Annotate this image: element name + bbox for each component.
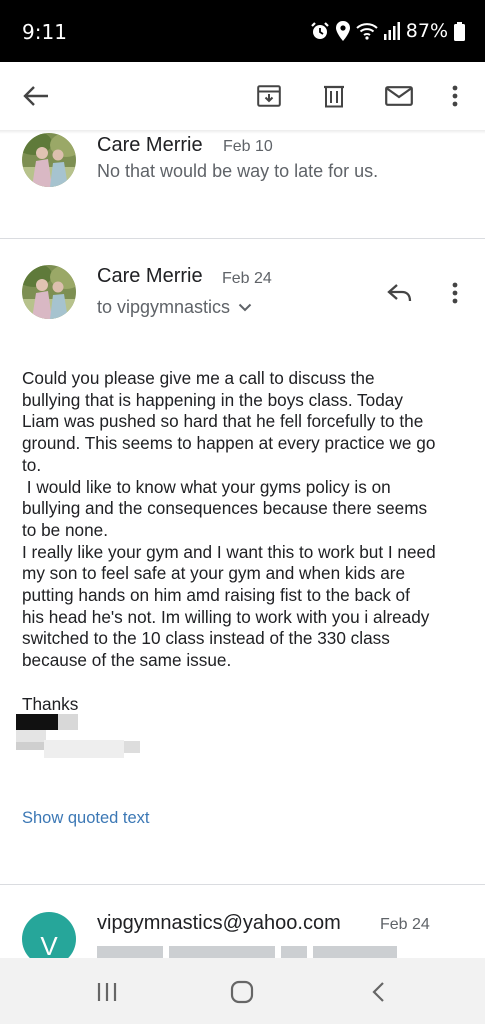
body-line: because of the same issue. [22, 650, 232, 671]
body-line [22, 672, 470, 694]
reply-icon [387, 284, 412, 302]
archive-icon [257, 85, 281, 107]
message-date: Feb 24 [380, 916, 430, 933]
body-line: to. [22, 454, 42, 475]
recipient-details-toggle[interactable]: to vipgymnastics [97, 297, 252, 318]
body-line: Could you please give me a call to discu… [22, 368, 375, 388]
alarm-icon [310, 22, 329, 39]
body-line: switched to the 10 class instead of the … [22, 628, 390, 649]
divider [0, 884, 485, 885]
back-arrow-icon [23, 86, 48, 106]
show-quoted-text-link[interactable]: Show quoted text [22, 809, 150, 828]
body-line: his head he's not. Im willing to work wi… [22, 606, 430, 627]
back-chevron-icon [372, 982, 384, 1002]
status-time: 9:11 [22, 20, 67, 44]
mark-unread-button[interactable] [381, 78, 417, 114]
body-line: ground. This seems to happen at every pr… [22, 433, 436, 454]
body-line: putting hands on him amd raising fist to… [22, 585, 410, 606]
body-line: bullying and the consequences because th… [22, 498, 428, 519]
message-more-button[interactable] [437, 275, 473, 311]
message-snippet: No that would be way to late for us. [97, 161, 379, 181]
home-icon [230, 980, 254, 1004]
sender-name: Care Merrie [97, 134, 203, 156]
body-line: I really like your gym and I want this t… [22, 541, 436, 562]
status-icons: 87% [310, 20, 465, 42]
body-line: bullying that is happening in the boys c… [22, 389, 403, 410]
system-nav-bar [0, 958, 485, 1024]
back-button[interactable] [18, 78, 54, 114]
app-bar-shadow [0, 130, 485, 134]
trash-icon [324, 85, 344, 108]
message-snippet [97, 940, 397, 958]
more-vert-icon [452, 85, 458, 107]
mail-icon [385, 86, 413, 106]
body-line: I would like to know what your gyms poli… [22, 476, 391, 497]
delete-button[interactable] [316, 78, 352, 114]
archive-button[interactable] [251, 78, 287, 114]
body-line: to be none. [22, 519, 109, 540]
recent-apps-icon [97, 983, 117, 1001]
message-body: Could you please give me a call to discu… [22, 368, 470, 715]
sender-name: vipgymnastics@yahoo.com [97, 912, 341, 934]
message-date: Feb 24 [222, 270, 272, 287]
signal-icon [383, 22, 400, 40]
battery-icon [454, 21, 465, 41]
avatar [22, 265, 76, 319]
back-nav-button[interactable] [360, 978, 396, 1006]
recent-apps-button[interactable] [89, 978, 125, 1006]
more-vert-icon [452, 282, 458, 304]
avatar [22, 133, 76, 187]
wifi-icon [356, 23, 378, 40]
status-bar: 9:11 87% [0, 0, 485, 62]
message-date: Feb 10 [223, 138, 273, 155]
home-button[interactable] [224, 978, 260, 1006]
body-line: my son to feel safe at your gym and when… [22, 563, 406, 584]
chevron-down-icon [238, 303, 252, 312]
battery-percent: 87% [405, 20, 448, 42]
more-options-button[interactable] [437, 78, 473, 114]
sender-name: Care Merrie [97, 265, 203, 287]
recipient-label: to vipgymnastics [97, 297, 231, 317]
reply-button[interactable] [381, 275, 417, 311]
app-bar [0, 62, 485, 130]
redacted-signature [16, 711, 146, 759]
divider [0, 238, 485, 239]
body-line: Liam was pushed so hard that he fell for… [22, 411, 424, 432]
location-icon [335, 21, 350, 41]
